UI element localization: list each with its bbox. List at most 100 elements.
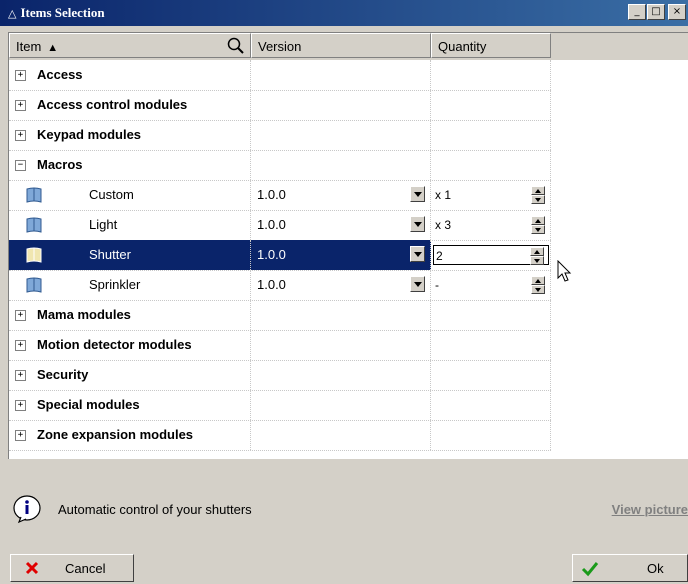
dropdown-arrow-icon[interactable] xyxy=(410,276,425,292)
spin-up-icon[interactable] xyxy=(530,247,544,256)
checkmark-icon xyxy=(581,562,599,577)
version-value: 1.0.0 xyxy=(257,187,286,202)
version-cell xyxy=(251,330,431,360)
version-value: 1.0.0 xyxy=(257,277,286,292)
quantity-cell xyxy=(431,330,551,360)
item-cell: Custom xyxy=(9,180,251,210)
quantity-cell: 2 xyxy=(431,240,551,270)
quantity-stepper[interactable]: x 1 xyxy=(433,185,549,205)
item-label: Custom xyxy=(89,187,134,202)
spin-down-icon[interactable] xyxy=(531,285,545,294)
group-label: Access control modules xyxy=(37,97,188,112)
quantity-stepper[interactable]: - xyxy=(433,275,549,295)
spin-down-icon[interactable] xyxy=(531,195,545,204)
dropdown-arrow-icon[interactable] xyxy=(410,246,425,262)
version-dropdown[interactable]: 1.0.0 xyxy=(255,245,427,265)
version-cell: 1.0.0 xyxy=(251,270,431,300)
info-icon xyxy=(13,495,41,524)
quantity-cell xyxy=(431,360,551,390)
group-row[interactable]: + Special modules xyxy=(9,390,551,421)
version-cell: 1.0.0 xyxy=(251,210,431,240)
item-row[interactable]: Shutter 1.0.0 2 xyxy=(9,240,551,271)
spin-down-icon[interactable] xyxy=(531,225,545,234)
quantity-cell: x 3 xyxy=(431,210,551,240)
version-cell xyxy=(251,150,431,180)
item-row[interactable]: Light 1.0.0 x 3 xyxy=(9,210,551,241)
group-row[interactable]: + Access control modules xyxy=(9,90,551,121)
quantity-cell xyxy=(431,420,551,450)
group-label: Mama modules xyxy=(37,307,131,322)
column-header-item[interactable]: Item ▲ xyxy=(9,33,251,58)
column-header-version[interactable]: Version xyxy=(251,33,431,58)
item-row[interactable]: Custom 1.0.0 x 1 xyxy=(9,180,551,211)
column-header-quantity[interactable]: Quantity xyxy=(431,33,551,58)
version-value: 1.0.0 xyxy=(257,247,286,262)
expand-icon[interactable]: + xyxy=(15,130,26,141)
expand-icon[interactable]: + xyxy=(15,70,26,81)
version-dropdown[interactable]: 1.0.0 xyxy=(255,275,427,295)
ok-button[interactable]: Ok xyxy=(572,554,688,582)
version-cell xyxy=(251,60,431,90)
search-icon[interactable] xyxy=(226,36,246,56)
expand-icon[interactable]: + xyxy=(15,430,26,441)
collapse-icon[interactable]: − xyxy=(15,160,26,171)
close-button[interactable]: × xyxy=(668,4,686,20)
spin-up-icon[interactable] xyxy=(531,186,545,195)
maximize-button[interactable]: □ xyxy=(647,4,665,20)
version-cell xyxy=(251,390,431,420)
version-dropdown[interactable]: 1.0.0 xyxy=(255,185,427,205)
shutter-macro-icon xyxy=(26,247,42,263)
quantity-cell: - xyxy=(431,270,551,300)
quantity-stepper[interactable]: 2 xyxy=(433,245,549,265)
version-cell xyxy=(251,420,431,450)
quantity-cell xyxy=(431,150,551,180)
item-cell: + Special modules xyxy=(9,390,251,420)
group-row[interactable]: + Keypad modules xyxy=(9,120,551,151)
item-row[interactable]: Sprinkler 1.0.0 - xyxy=(9,270,551,301)
group-row[interactable]: + Access xyxy=(9,60,551,91)
expand-icon[interactable]: + xyxy=(15,370,26,381)
dropdown-arrow-icon[interactable] xyxy=(410,186,425,202)
sprinkler-macro-icon xyxy=(26,277,42,293)
expand-icon[interactable]: + xyxy=(15,310,26,321)
view-picture-link[interactable]: View picture xyxy=(612,502,688,517)
quantity-value[interactable]: x 1 xyxy=(435,188,451,202)
item-cell: + Zone expansion modules xyxy=(9,420,251,450)
expand-icon[interactable]: + xyxy=(15,400,26,411)
group-row[interactable]: + Zone expansion modules xyxy=(9,420,551,451)
cancel-button[interactable]: Cancel xyxy=(10,554,134,582)
item-cell: + Access control modules xyxy=(9,90,251,120)
item-cell: + Security xyxy=(9,360,251,390)
title-bar: △ Items Selection _ □ × xyxy=(0,0,688,26)
quantity-stepper[interactable]: x 3 xyxy=(433,215,549,235)
item-cell: + Keypad modules xyxy=(9,120,251,150)
group-row[interactable]: − Macros xyxy=(9,150,551,181)
item-label: Sprinkler xyxy=(89,277,141,292)
quantity-value[interactable]: x 3 xyxy=(435,218,451,232)
dropdown-arrow-icon[interactable] xyxy=(410,216,425,232)
version-cell xyxy=(251,90,431,120)
expand-icon[interactable]: + xyxy=(15,100,26,111)
quantity-value[interactable]: 2 xyxy=(436,249,443,263)
minimize-button[interactable]: _ xyxy=(628,4,646,20)
spin-down-icon[interactable] xyxy=(530,256,544,265)
spin-up-icon[interactable] xyxy=(531,216,545,225)
version-cell: 1.0.0 xyxy=(251,240,431,270)
item-cell: + Motion detector modules xyxy=(9,330,251,360)
spin-up-icon[interactable] xyxy=(531,276,545,285)
version-dropdown[interactable]: 1.0.0 xyxy=(255,215,427,235)
group-row[interactable]: + Security xyxy=(9,360,551,391)
group-label: Zone expansion modules xyxy=(37,427,194,442)
button-bar: Cancel Ok xyxy=(0,548,688,584)
quantity-cell: x 1 xyxy=(431,180,551,210)
item-cell: + Mama modules xyxy=(9,300,251,330)
group-label: Keypad modules xyxy=(37,127,142,142)
warning-triangle-icon: △ xyxy=(8,7,17,20)
group-row[interactable]: + Mama modules xyxy=(9,300,551,331)
mouse-cursor-icon xyxy=(557,260,572,282)
group-row[interactable]: + Motion detector modules xyxy=(9,330,551,361)
quantity-value[interactable]: - xyxy=(435,278,439,292)
cancel-x-icon xyxy=(25,561,39,575)
group-label: Motion detector modules xyxy=(37,337,192,352)
expand-icon[interactable]: + xyxy=(15,340,26,351)
